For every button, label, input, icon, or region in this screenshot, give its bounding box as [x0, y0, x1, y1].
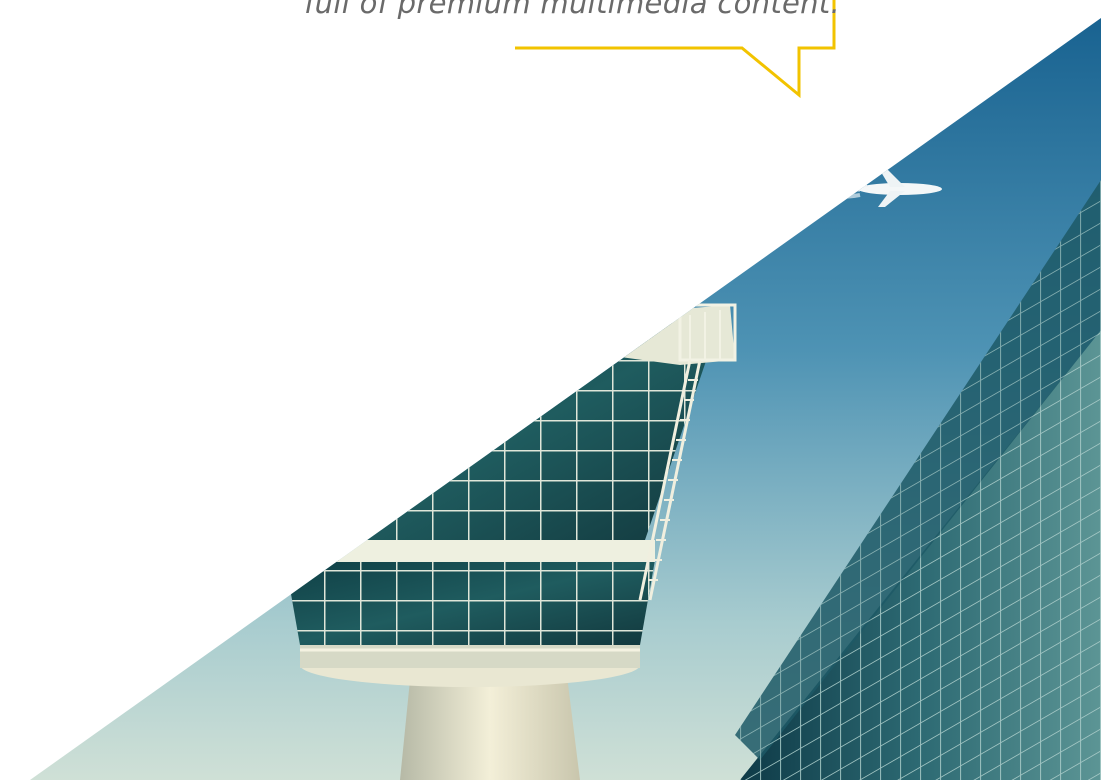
callout-text: full of premium multimedia content.: [304, 0, 840, 20]
airport-tower-photo: [30, 18, 1101, 780]
page: full of premium multimedia content.: [0, 0, 1101, 780]
